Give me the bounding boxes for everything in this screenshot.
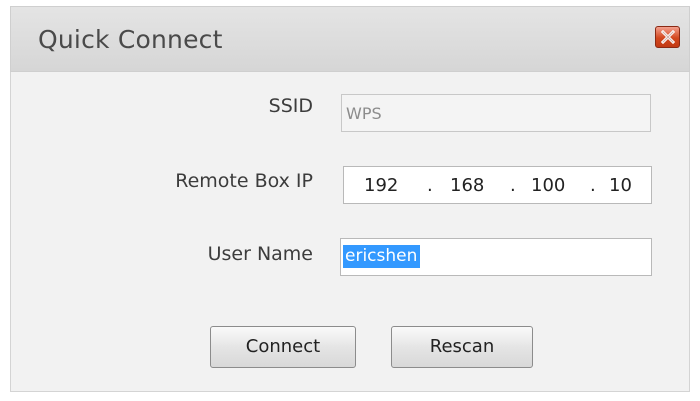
ip-dot-1: . bbox=[427, 175, 433, 196]
dialog-body: SSID WPS Remote Box IP 192 . 168 . 100 .… bbox=[10, 72, 690, 392]
remote-box-ip-label: Remote Box IP bbox=[175, 170, 313, 192]
user-name-label: User Name bbox=[207, 243, 313, 265]
ip-dot-2: . bbox=[510, 175, 516, 196]
user-name-field[interactable]: ericshen bbox=[340, 238, 652, 276]
close-button[interactable] bbox=[655, 26, 680, 48]
ip-octet-2[interactable]: 168 bbox=[450, 175, 484, 196]
remote-box-ip-field[interactable]: 192 . 168 . 100 . 10 bbox=[343, 166, 652, 204]
dialog-title: Quick Connect bbox=[38, 25, 223, 54]
rescan-button[interactable]: Rescan bbox=[391, 326, 533, 368]
user-name-value: ericshen bbox=[343, 245, 421, 268]
ip-octet-3[interactable]: 100 bbox=[531, 175, 565, 196]
connect-button[interactable]: Connect bbox=[210, 326, 356, 368]
ip-dot-3: . bbox=[590, 175, 596, 196]
ssid-label: SSID bbox=[268, 95, 313, 117]
ssid-value: WPS bbox=[346, 104, 382, 123]
ip-octet-4[interactable]: 10 bbox=[609, 175, 632, 196]
quick-connect-dialog: Quick Connect SSID WPS Remote Box IP 192… bbox=[0, 0, 700, 401]
title-bar[interactable]: Quick Connect bbox=[10, 6, 690, 72]
close-x-icon bbox=[661, 30, 675, 44]
ssid-field: WPS bbox=[341, 94, 651, 132]
ip-octet-1[interactable]: 192 bbox=[364, 175, 398, 196]
